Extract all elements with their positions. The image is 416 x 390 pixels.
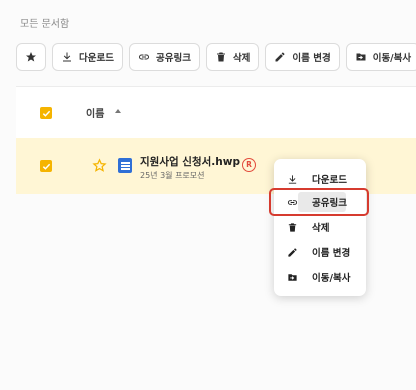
r-badge-icon: R — [242, 158, 256, 172]
column-header-name[interactable]: 이름 — [86, 105, 104, 120]
menu-item-label: 삭제 — [312, 223, 330, 234]
move-icon — [286, 271, 298, 283]
delete-button[interactable]: 삭제 — [205, 43, 260, 71]
toolbar: 다운로드 공유링크 삭제 이름 변경 이동/복사 — [16, 43, 416, 73]
sort-ascending-icon[interactable] — [115, 109, 121, 113]
menu-item-rename[interactable]: 이름 변경 — [274, 241, 366, 263]
download-label: 다운로드 — [79, 53, 114, 64]
menu-item-download[interactable]: 다운로드 — [274, 168, 366, 190]
file-name[interactable]: 지원사업 신청서.hwp — [140, 154, 240, 169]
menu-item-label: 다운로드 — [312, 175, 347, 186]
menu-item-move-copy[interactable]: 이동/복사 — [274, 266, 366, 288]
context-menu: 다운로드 공유링크 삭제 이름 변경 이동/복사 — [274, 159, 366, 296]
download-button[interactable]: 다운로드 — [52, 43, 123, 71]
pencil-icon — [275, 52, 285, 62]
delete-label: 삭제 — [232, 53, 251, 64]
move-icon — [356, 53, 366, 61]
row-checkbox[interactable] — [40, 160, 52, 172]
select-all-checkbox[interactable] — [40, 107, 52, 119]
menu-item-label: 이동/복사 — [312, 273, 351, 284]
table-header: 이름 — [16, 86, 416, 139]
favorite-button[interactable] — [16, 43, 46, 71]
star-outline-icon[interactable] — [92, 158, 107, 173]
check-icon — [42, 110, 50, 117]
rename-label: 이름 변경 — [292, 53, 331, 64]
share-link-button[interactable]: 공유링크 — [128, 43, 200, 71]
highlight-annotation — [269, 188, 369, 216]
trash-icon — [216, 52, 225, 62]
download-icon — [286, 173, 298, 185]
move-copy-label: 이동/복사 — [372, 53, 412, 64]
menu-item-delete[interactable]: 삭제 — [274, 216, 366, 238]
check-icon — [42, 163, 50, 170]
download-icon — [63, 52, 71, 62]
link-icon — [138, 54, 149, 60]
menu-item-label: 이름 변경 — [312, 248, 351, 259]
trash-icon — [286, 221, 298, 233]
rename-button[interactable]: 이름 변경 — [265, 43, 340, 71]
pencil-icon — [286, 246, 298, 258]
file-date: 25년 3월 프로모션 — [140, 171, 205, 180]
hwp-file-icon — [118, 158, 132, 173]
star-icon — [26, 52, 36, 62]
breadcrumb: 모든 문서함 — [20, 19, 70, 30]
move-copy-button[interactable]: 이동/복사 — [345, 43, 416, 71]
share-link-label: 공유링크 — [155, 53, 191, 64]
